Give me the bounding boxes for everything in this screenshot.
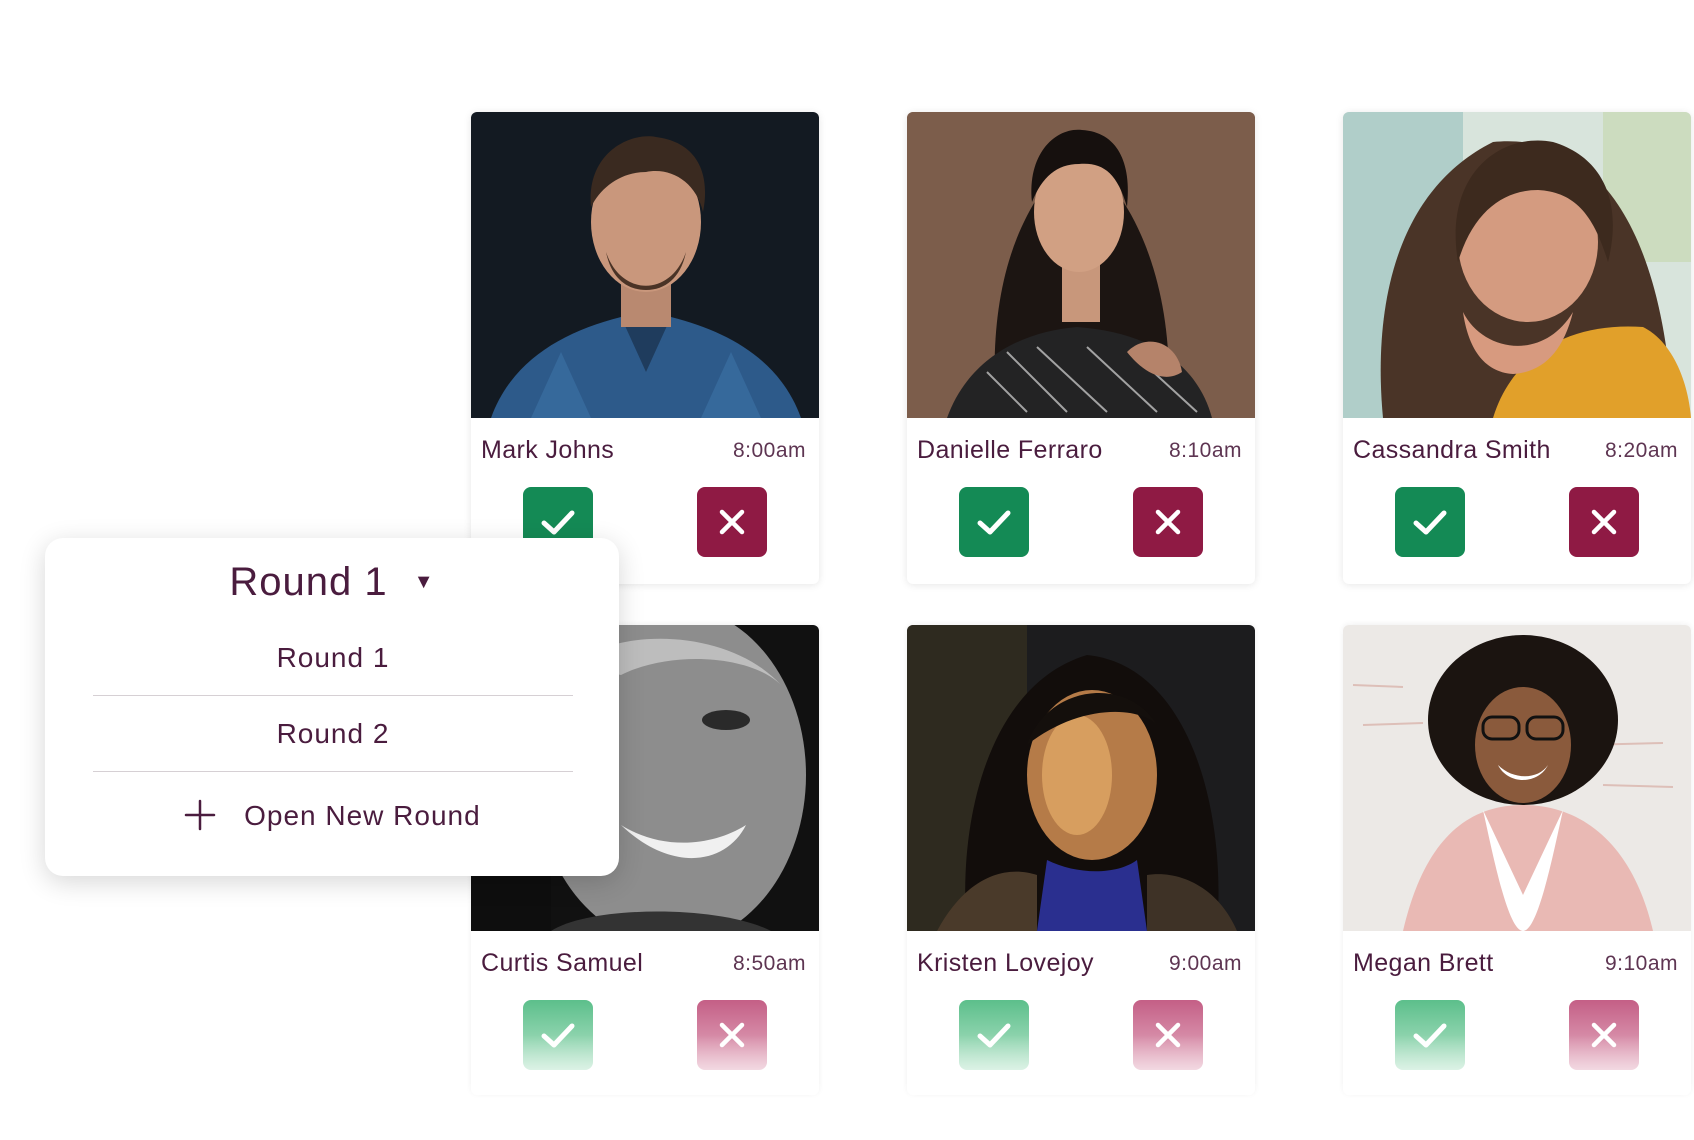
reject-button[interactable] (1569, 1000, 1639, 1070)
close-icon (719, 1022, 745, 1048)
candidate-card: Kristen Lovejoy 9:00am (907, 625, 1255, 1095)
close-icon (1591, 1022, 1617, 1048)
close-icon (719, 509, 745, 535)
candidate-name: Cassandra Smith (1353, 436, 1551, 464)
checkmark-icon (541, 1023, 575, 1048)
round-select[interactable]: Round 1 ▼ (45, 560, 619, 605)
reject-button[interactable] (697, 487, 767, 557)
checkmark-icon (541, 510, 575, 535)
close-icon (1155, 1022, 1181, 1048)
candidate-card: Cassandra Smith 8:20am (1343, 112, 1691, 584)
approve-button[interactable] (1395, 1000, 1465, 1070)
candidate-photo (1343, 625, 1691, 931)
candidate-time: 8:00am (732, 439, 806, 462)
candidate-photo (907, 112, 1255, 418)
candidate-name: Kristen Lovejoy (917, 949, 1094, 977)
candidate-card: Danielle Ferraro 8:10am (907, 112, 1255, 584)
reject-button[interactable] (1133, 487, 1203, 557)
approve-button[interactable] (959, 1000, 1029, 1070)
round-dropdown: Round 1 ▼ Round 1 Round 2 Open New Round (45, 538, 619, 876)
candidate-name: Mark Johns (481, 436, 615, 464)
checkmark-icon (1413, 1023, 1447, 1048)
open-new-round-button[interactable]: Open New Round (45, 799, 619, 835)
candidate-time: 8:10am (1168, 439, 1242, 462)
candidate-name: Megan Brett (1353, 949, 1494, 977)
approve-button[interactable] (1395, 487, 1465, 557)
candidate-time: 8:20am (1604, 439, 1678, 462)
round-select-value: Round 1 (229, 560, 388, 604)
candidate-time: 9:10am (1604, 952, 1678, 975)
candidate-photo (907, 625, 1255, 931)
open-new-round-label: Open New Round (244, 800, 481, 831)
reject-button[interactable] (1569, 487, 1639, 557)
round-option[interactable]: Round 1 (93, 642, 573, 674)
close-icon (1591, 509, 1617, 535)
approve-button[interactable] (959, 487, 1029, 557)
divider (93, 771, 573, 772)
candidate-name: Danielle Ferraro (917, 436, 1103, 464)
candidate-time: 8:50am (732, 952, 806, 975)
caret-down-icon: ▼ (413, 570, 435, 593)
divider (93, 695, 573, 696)
candidate-card: Megan Brett 9:10am (1343, 625, 1691, 1095)
checkmark-icon (977, 510, 1011, 535)
candidate-name: Curtis Samuel (481, 949, 644, 977)
approve-button[interactable] (523, 1000, 593, 1070)
reject-button[interactable] (697, 1000, 767, 1070)
checkmark-icon (1413, 510, 1447, 535)
candidate-photo (1343, 112, 1691, 418)
candidate-time: 9:00am (1168, 952, 1242, 975)
candidate-board: Mark Johns 8:00am Danielle Ferraro 8:10a… (0, 0, 1694, 1140)
candidate-photo (471, 112, 819, 418)
close-icon (1155, 509, 1181, 535)
reject-button[interactable] (1133, 1000, 1203, 1070)
plus-icon (185, 799, 216, 830)
round-option[interactable]: Round 2 (93, 718, 573, 750)
candidate-card: Mark Johns 8:00am (471, 112, 819, 584)
checkmark-icon (977, 1023, 1011, 1048)
